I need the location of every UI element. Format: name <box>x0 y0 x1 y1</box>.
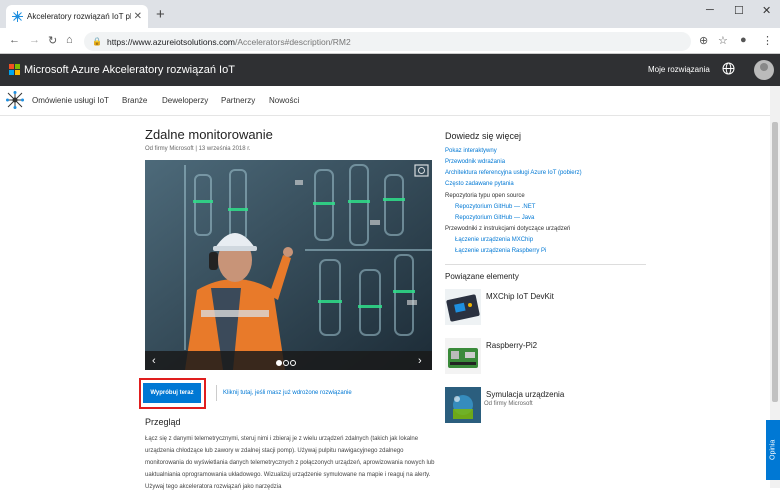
carousel-dot[interactable] <box>276 360 282 366</box>
zoom-icon[interactable]: ⊕ <box>699 34 708 47</box>
mxchip-thumbnail[interactable] <box>445 289 481 325</box>
feedback-button[interactable]: Opinia <box>766 420 780 480</box>
link-github-net[interactable]: Repozytorium GitHub — .NET <box>455 204 535 210</box>
repo-label: Repozytoria typu open source <box>445 193 525 199</box>
menu-kebab-icon[interactable]: ⋮ <box>762 34 773 47</box>
nav-industries[interactable]: Branże <box>122 96 147 105</box>
carousel-prev-icon[interactable]: ‹ <box>152 355 156 367</box>
related-raspberry[interactable]: Raspberry-Pi2 <box>486 341 537 350</box>
sidebar-divider <box>445 264 646 265</box>
lock-icon: 🔒 <box>92 37 102 46</box>
already-deployed-link[interactable]: Kliknij tutaj, jeśli masz już wdrożone r… <box>223 390 352 396</box>
iot-hub-icon[interactable] <box>6 91 24 109</box>
overview-text: Łącz się z danymi telemetrycznymi, steru… <box>145 436 435 490</box>
carousel-dot[interactable] <box>283 360 289 366</box>
link-interactive-demo[interactable]: Pokaz interaktywny <box>445 148 497 154</box>
address-bar: ← → ↻ ⌂ 🔒 https://www.azureiotsolutions.… <box>0 28 780 54</box>
browser-tab[interactable]: Akceleratory rozwiązań IoT platf ✕ <box>6 5 148 28</box>
globe-icon[interactable] <box>722 62 735 78</box>
link-deployment-guide[interactable]: Przewodnik wdrażania <box>445 159 505 165</box>
simulation-thumbnail[interactable] <box>445 387 481 423</box>
site-header: Microsoft Azure Akceleratory rozwiązań I… <box>0 54 780 86</box>
hero-image <box>145 160 432 370</box>
minimize-button[interactable]: ─ <box>706 4 714 16</box>
back-icon[interactable]: ← <box>9 34 20 46</box>
close-window-button[interactable]: ✕ <box>762 4 771 17</box>
microsoft-logo-icon <box>9 64 20 75</box>
link-raspberry-guide[interactable]: Łączenie urządzenia Raspberry Pi <box>455 248 546 254</box>
related-heading: Powiązane elementy <box>445 272 519 281</box>
overview-heading: Przegląd <box>145 417 181 427</box>
nav-developers[interactable]: Deweloperzy <box>162 96 208 105</box>
link-reference-architecture[interactable]: Architektura referencyjna usługi Azure I… <box>445 170 582 176</box>
guides-label: Przewodniki z instrukcjami dotyczące urz… <box>445 226 571 232</box>
new-tab-button[interactable]: + <box>156 6 165 23</box>
carousel-dot[interactable] <box>290 360 296 366</box>
raspberry-thumbnail[interactable] <box>445 338 481 374</box>
related-mxchip[interactable]: MXChip IoT DevKit <box>486 292 554 301</box>
hero-carousel[interactable]: ‹ › <box>145 160 432 370</box>
related-simulation-sub: Od firmy Microsoft <box>484 401 533 407</box>
url-path: /Accelerators#description/RM2 <box>235 36 351 47</box>
url-host: https://www.azureiotsolutions.com <box>106 36 235 47</box>
tab-close-icon[interactable]: ✕ <box>134 11 142 22</box>
url-input[interactable]: 🔒 https://www.azureiotsolutions.com/Acce… <box>84 32 691 51</box>
sub-navigation: Omówienie usługi IoT Branże Deweloperzy … <box>0 86 770 116</box>
bookmark-star-icon[interactable]: ☆ <box>718 34 728 47</box>
forward-icon[interactable]: → <box>29 34 40 46</box>
carousel-next-icon[interactable]: › <box>418 355 422 367</box>
profile-icon[interactable]: ● <box>740 34 747 46</box>
link-mxchip-guide[interactable]: Łączenie urządzenia MXChip <box>455 237 533 243</box>
my-solutions-link[interactable]: Moje rozwiązania <box>648 65 710 74</box>
avatar[interactable] <box>754 60 774 80</box>
home-icon[interactable]: ⌂ <box>66 34 73 46</box>
scrollbar-thumb[interactable] <box>772 122 778 402</box>
related-simulation[interactable]: Symulacja urządzenia <box>486 390 564 399</box>
try-now-button[interactable]: Wypróbuj teraz <box>143 383 201 403</box>
learn-more-heading: Dowiedz się więcej <box>445 131 522 141</box>
nav-news[interactable]: Nowości <box>269 96 299 105</box>
tab-title: Akceleratory rozwiązań IoT platf <box>27 12 131 21</box>
divider <box>216 385 217 401</box>
maximize-button[interactable]: ☐ <box>734 4 744 17</box>
site-title[interactable]: Microsoft Azure Akceleratory rozwiązań I… <box>24 64 235 76</box>
carousel-dots[interactable] <box>276 358 297 368</box>
iot-favicon-icon <box>12 11 23 22</box>
byline: Od firmy Microsoft | 13 września 2018 r. <box>145 146 251 152</box>
nav-iot-overview[interactable]: Omówienie usługi IoT <box>32 96 109 105</box>
link-faq[interactable]: Często zadawane pytania <box>445 181 514 187</box>
link-github-java[interactable]: Repozytorium GitHub — Java <box>455 215 534 221</box>
reload-icon[interactable]: ↻ <box>48 34 57 47</box>
page-title: Zdalne monitorowanie <box>145 127 273 142</box>
nav-partners[interactable]: Partnerzy <box>221 96 255 105</box>
browser-tab-bar: Akceleratory rozwiązań IoT platf ✕ + ─ ☐… <box>0 0 780 28</box>
